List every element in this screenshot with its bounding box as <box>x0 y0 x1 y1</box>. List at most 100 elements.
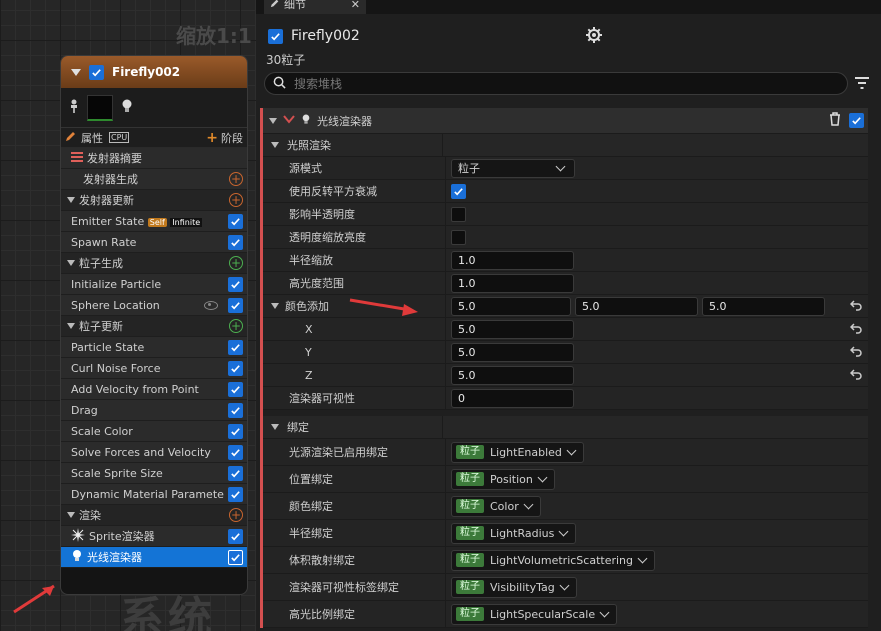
renderer-row-sprite[interactable]: Sprite渲染器 <box>61 526 247 547</box>
module-row[interactable]: Emitter State Self Infinite <box>61 211 247 232</box>
module-row[interactable]: Curl Noise Force <box>61 358 247 379</box>
module-enable-checkbox[interactable] <box>228 486 243 502</box>
renderer-enable-checkbox[interactable] <box>849 113 864 128</box>
renderer-row-light[interactable]: 光线渲染器 <box>61 547 247 568</box>
row-label: 光线渲染器 <box>87 551 142 564</box>
add-stage-button[interactable]: + 阶段 <box>206 130 243 146</box>
module-row[interactable]: Dynamic Material Parameters <box>61 484 247 505</box>
inverse-squared-checkbox[interactable] <box>451 183 466 199</box>
gear-icon[interactable] <box>586 27 602 46</box>
pencil-icon[interactable] <box>65 130 77 145</box>
binding-dropdown[interactable]: 粒子 Position <box>451 468 555 490</box>
render-section[interactable]: 渲染 + <box>61 505 247 526</box>
binding-dropdown[interactable]: 粒子 LightEnabled <box>451 441 584 463</box>
module-enable-checkbox[interactable] <box>228 297 243 313</box>
collapse-triangle-icon[interactable] <box>67 260 75 266</box>
color-y-input[interactable]: 5.0 <box>451 342 574 362</box>
binding-dropdown[interactable]: 粒子 VisibilityTag <box>451 576 577 598</box>
module-row[interactable]: Spawn Rate <box>61 232 247 253</box>
exposure-input[interactable]: 1.0 <box>451 273 574 293</box>
chevron-down-icon <box>555 161 566 171</box>
color-add-r-input[interactable]: 5.0 <box>451 296 571 316</box>
collapse-triangle-icon[interactable] <box>271 424 279 430</box>
reset-arrow-icon[interactable] <box>849 300 862 314</box>
color-x-input[interactable]: 5.0 <box>451 319 574 339</box>
binding-dropdown[interactable]: 粒子 LightRadius <box>451 522 577 544</box>
emitter-thumbnail[interactable] <box>87 94 113 121</box>
collapse-triangle-icon[interactable] <box>67 323 75 329</box>
module-row[interactable]: Particle State <box>61 337 247 358</box>
module-enable-checkbox[interactable] <box>228 234 243 250</box>
reset-arrow-icon[interactable] <box>849 369 862 383</box>
emitter-update-section[interactable]: 发射器更新 + <box>61 190 247 211</box>
collapse-triangle-icon[interactable] <box>271 142 279 148</box>
module-row[interactable]: Sphere Location <box>61 295 247 316</box>
tab-details[interactable]: 细节 ✕ <box>264 0 366 14</box>
color-z-input[interactable]: 5.0 <box>451 365 574 385</box>
module-row[interactable]: Scale Color <box>61 421 247 442</box>
search-input[interactable] <box>294 76 694 91</box>
pin-icon[interactable] <box>69 98 79 117</box>
particle-spawn-section[interactable]: 粒子生成 + <box>61 253 247 274</box>
radius-scale-input[interactable]: 1.0 <box>451 250 574 270</box>
close-icon[interactable]: ✕ <box>351 0 360 11</box>
emitter-summary-row[interactable]: 发射器摘要 <box>61 148 247 169</box>
eye-icon[interactable] <box>204 300 218 310</box>
attribute-label[interactable]: 属性 <box>81 130 103 146</box>
module-enable-checkbox[interactable] <box>228 423 243 439</box>
emitter-enable-checkbox[interactable] <box>89 64 104 80</box>
row-label: Drag <box>71 403 98 417</box>
affect-translucency-checkbox[interactable] <box>451 206 466 222</box>
lighting-category[interactable]: 光照渲染 <box>263 134 868 157</box>
color-add-b-input[interactable]: 5.0 <box>702 296 825 316</box>
reset-arrow-icon[interactable] <box>849 346 862 360</box>
module-row[interactable]: Add Velocity from Point <box>61 379 247 400</box>
collapse-triangle-icon[interactable] <box>67 197 75 203</box>
collapse-triangle-icon[interactable] <box>269 117 277 124</box>
module-enable-checkbox[interactable] <box>228 339 243 355</box>
add-module-icon[interactable]: + <box>229 172 243 186</box>
module-enable-checkbox[interactable] <box>228 381 243 397</box>
binding-dropdown[interactable]: 粒子 LightSpecularScale <box>451 603 618 625</box>
emitter-spawn-row[interactable]: 发射器生成 + <box>61 169 247 190</box>
opacity-scale-checkbox[interactable] <box>451 229 466 245</box>
add-renderer-icon[interactable]: + <box>229 508 243 522</box>
add-module-icon[interactable]: + <box>229 319 243 333</box>
module-row[interactable]: Initialize Particle <box>61 274 247 295</box>
binding-dropdown[interactable]: 粒子 Color <box>451 495 541 517</box>
search-box[interactable] <box>264 72 848 95</box>
module-row[interactable]: Scale Sprite Size <box>61 463 247 484</box>
emitter-node[interactable]: Firefly002 属性 CPU + 阶段 发射器摘要 发射器生成 + 发射器更新… <box>60 55 248 595</box>
module-row[interactable]: Solve Forces and Velocity <box>61 442 247 463</box>
color-add-g-input[interactable]: 5.0 <box>575 296 698 316</box>
bindings-category[interactable]: 绑定 <box>263 416 868 439</box>
collapse-triangle-icon[interactable] <box>271 303 279 309</box>
module-enable-checkbox[interactable] <box>228 402 243 418</box>
collapse-triangle-icon[interactable] <box>71 68 81 76</box>
scope-pill: 粒子 <box>456 553 484 567</box>
emitter-node-header[interactable]: Firefly002 <box>61 56 247 88</box>
trash-icon[interactable] <box>829 112 841 129</box>
add-module-icon[interactable]: + <box>229 256 243 270</box>
binding-dropdown[interactable]: 粒子 LightVolumetricScattering <box>451 549 655 571</box>
particle-update-section[interactable]: 粒子更新 + <box>61 316 247 337</box>
module-row[interactable]: Drag <box>61 400 247 421</box>
light-bulb-icon[interactable] <box>121 98 133 117</box>
renderer-section-header[interactable]: 光线渲染器 <box>263 108 868 134</box>
module-enable-checkbox[interactable] <box>228 444 243 460</box>
add-module-icon[interactable]: + <box>229 193 243 207</box>
module-enable-checkbox[interactable] <box>228 549 243 565</box>
collapse-triangle-icon[interactable] <box>67 512 75 518</box>
graph-canvas[interactable]: 缩放1:1 系统 Firefly002 属性 CPU + 阶段 发射器摘要 发射器… <box>0 0 256 631</box>
object-enable-checkbox[interactable] <box>268 28 283 44</box>
renderer-visibility-input[interactable]: 0 <box>451 388 574 408</box>
property-label: 渲染器可视性 <box>263 387 446 409</box>
source-mode-dropdown[interactable]: 粒子 <box>451 158 575 178</box>
module-enable-checkbox[interactable] <box>228 213 243 229</box>
filter-icon[interactable] <box>854 76 870 93</box>
module-enable-checkbox[interactable] <box>228 276 243 292</box>
module-enable-checkbox[interactable] <box>228 465 243 481</box>
module-enable-checkbox[interactable] <box>228 528 243 544</box>
module-enable-checkbox[interactable] <box>228 360 243 376</box>
reset-arrow-icon[interactable] <box>849 323 862 337</box>
